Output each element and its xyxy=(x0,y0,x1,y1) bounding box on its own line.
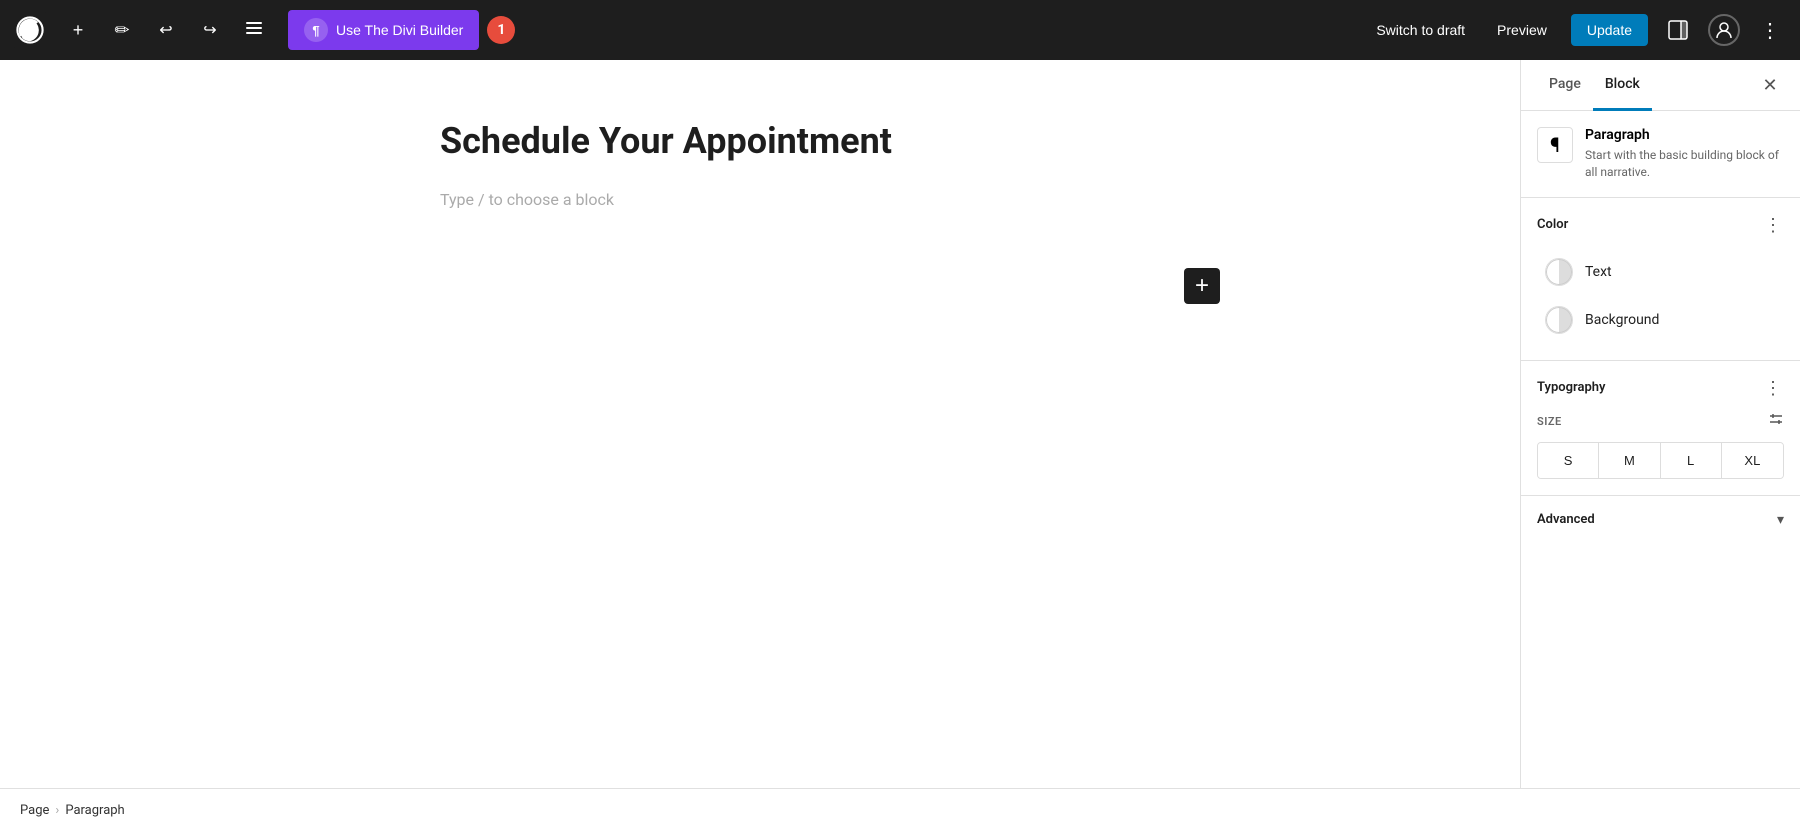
breadcrumb-paragraph: Paragraph xyxy=(65,803,124,818)
tab-page[interactable]: Page xyxy=(1537,60,1593,111)
advanced-section[interactable]: Advanced ▾ xyxy=(1521,496,1800,544)
editor-content: Schedule Your Appointment Type / to choo… xyxy=(400,120,1120,213)
sidebar-close-button[interactable]: ✕ xyxy=(1756,71,1784,99)
block-info-panel: ¶ Paragraph Start with the basic buildin… xyxy=(1521,111,1800,198)
page-title[interactable]: Schedule Your Appointment xyxy=(440,120,1080,162)
size-xl-button[interactable]: XL xyxy=(1722,443,1783,478)
sidebar-toggle-button[interactable] xyxy=(1660,12,1696,48)
divi-builder-button[interactable]: ¶ Use The Divi Builder xyxy=(288,10,479,50)
breadcrumb-page[interactable]: Page xyxy=(20,803,49,818)
advanced-title: Advanced xyxy=(1537,512,1595,527)
add-block-float-icon: + xyxy=(1195,272,1209,300)
block-placeholder[interactable]: Type / to choose a block xyxy=(440,186,1080,213)
tab-block[interactable]: Block xyxy=(1593,60,1652,111)
text-color-swatch xyxy=(1545,258,1573,286)
breadcrumb-chevron-icon: › xyxy=(55,803,59,818)
switch-to-draft-button[interactable]: Switch to draft xyxy=(1368,16,1473,44)
update-button[interactable]: Update xyxy=(1571,14,1648,46)
text-color-option[interactable]: Text xyxy=(1537,248,1784,296)
block-description: Start with the basic building block of a… xyxy=(1585,147,1784,181)
redo-button[interactable]: ↪ xyxy=(192,12,228,48)
color-more-button[interactable]: ⋮ xyxy=(1762,214,1784,236)
right-sidebar: Page Block ✕ ¶ Paragraph Start with the … xyxy=(1520,60,1800,788)
size-label: SIZE xyxy=(1537,411,1784,432)
text-color-label: Text xyxy=(1585,264,1612,280)
edit-button[interactable]: ✏ xyxy=(104,12,140,48)
block-info-text: Paragraph Start with the basic building … xyxy=(1585,127,1784,181)
typography-section-header: Typography ⋮ xyxy=(1537,377,1784,399)
divi-icon: ¶ xyxy=(304,18,328,42)
background-color-swatch xyxy=(1545,306,1573,334)
size-l-button[interactable]: L xyxy=(1661,443,1722,478)
advanced-chevron-icon: ▾ xyxy=(1777,512,1784,528)
color-section-header: Color ⋮ xyxy=(1537,214,1784,236)
undo-button[interactable]: ↩ xyxy=(148,12,184,48)
size-s-button[interactable]: S xyxy=(1538,443,1599,478)
size-m-button[interactable]: M xyxy=(1599,443,1660,478)
background-color-label: Background xyxy=(1585,312,1659,328)
paragraph-icon: ¶ xyxy=(1537,127,1573,163)
user-avatar-button[interactable] xyxy=(1708,14,1740,46)
preview-button[interactable]: Preview xyxy=(1485,16,1559,44)
editor-area: Schedule Your Appointment Type / to choo… xyxy=(0,60,1520,788)
sidebar-tabs: Page Block ✕ xyxy=(1521,60,1800,111)
add-block-float-button[interactable]: + xyxy=(1184,268,1220,304)
typography-more-button[interactable]: ⋮ xyxy=(1762,377,1784,399)
more-options-button[interactable]: ⋮ xyxy=(1752,12,1788,48)
divi-btn-label: Use The Divi Builder xyxy=(336,22,463,38)
main-layout: Schedule Your Appointment Type / to choo… xyxy=(0,60,1800,788)
typography-section: Typography ⋮ SIZE S M L XL xyxy=(1521,361,1800,496)
tools-button[interactable] xyxy=(236,12,272,48)
color-section: Color ⋮ Text Background xyxy=(1521,198,1800,361)
main-toolbar: + ✏ ↩ ↪ ¶ Use The Divi Builder 1 Switch … xyxy=(0,0,1800,60)
typography-section-title: Typography xyxy=(1537,380,1606,395)
notification-badge[interactable]: 1 xyxy=(487,16,515,44)
background-color-option[interactable]: Background xyxy=(1537,296,1784,344)
size-filter-button[interactable] xyxy=(1768,411,1784,432)
add-block-button[interactable]: + xyxy=(60,12,96,48)
size-buttons: S M L XL xyxy=(1537,442,1784,479)
toolbar-right: Switch to draft Preview Update ⋮ xyxy=(1368,12,1788,48)
block-title: Paragraph xyxy=(1585,127,1784,143)
color-section-title: Color xyxy=(1537,217,1568,232)
wp-logo[interactable] xyxy=(12,12,48,48)
breadcrumb-bar: Page › Paragraph xyxy=(0,788,1800,832)
